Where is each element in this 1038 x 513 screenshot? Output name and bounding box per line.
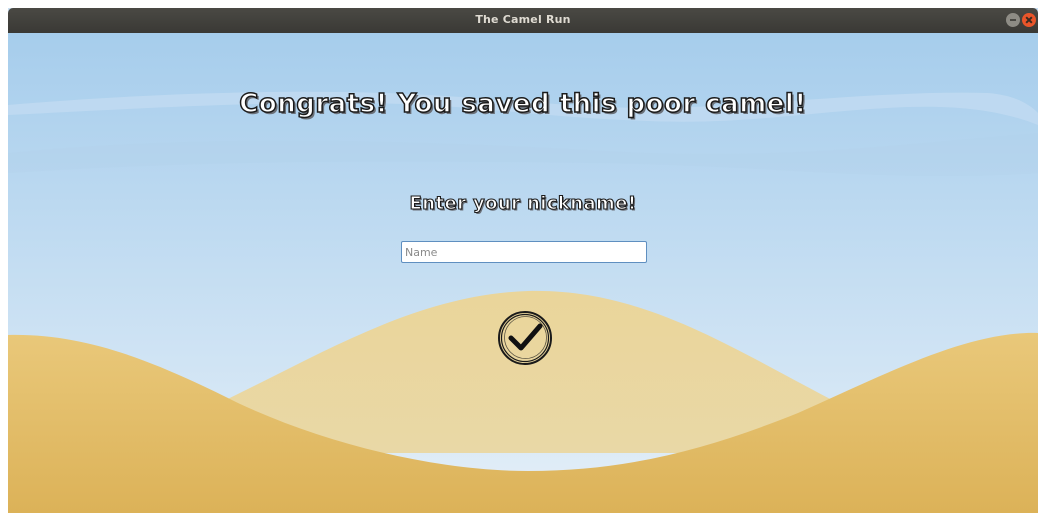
close-icon[interactable] <box>1022 13 1036 27</box>
title-bar[interactable]: The Camel Run <box>8 8 1038 33</box>
nickname-input[interactable] <box>401 241 647 263</box>
checkmark-circle-icon[interactable] <box>496 309 554 367</box>
window-title: The Camel Run <box>475 13 571 26</box>
congrats-headline: Congrats! You saved this poor camel! <box>239 88 807 120</box>
nickname-prompt: Enter your nickname! <box>409 192 637 214</box>
minimize-icon[interactable] <box>1006 13 1020 27</box>
app-window: The Camel Run Congrats! You saved this p… <box>8 8 1038 513</box>
game-scene: Congrats! You saved this poor camel! Ent… <box>8 33 1038 513</box>
